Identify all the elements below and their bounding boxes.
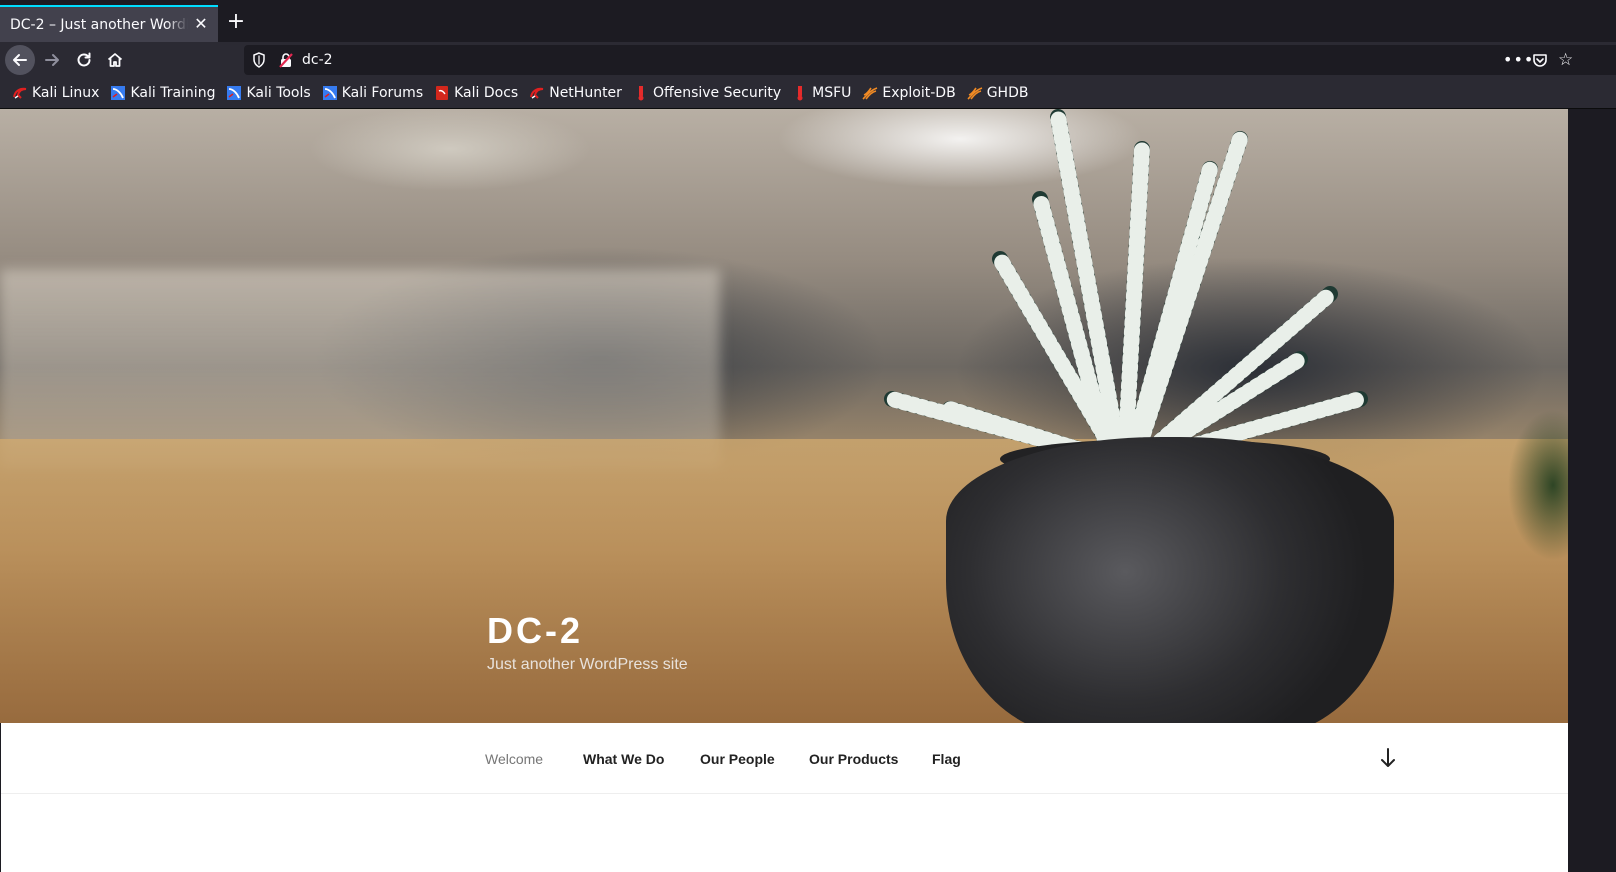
site-description: Just another WordPress site	[487, 656, 688, 673]
right-window-edge	[1568, 109, 1616, 872]
tab-close-icon[interactable]: ✕	[192, 15, 210, 33]
bookmark-kali-docs[interactable]: Kali Docs	[434, 85, 518, 101]
tracking-protection-shield-icon[interactable]	[252, 52, 266, 68]
kali-tools-icon	[226, 85, 242, 101]
reload-icon	[77, 52, 91, 67]
back-arrow-icon	[13, 54, 27, 66]
kali-training-icon	[110, 85, 126, 101]
bookmark-exploit-db[interactable]: Exploit-DB	[862, 85, 956, 101]
bookmark-label: GHDB	[986, 85, 1029, 101]
menu-item-our-products[interactable]: Our Products	[809, 749, 898, 769]
pocket-icon[interactable]	[1532, 52, 1548, 68]
kali-forums-icon	[322, 85, 338, 101]
back-button[interactable]	[5, 45, 35, 75]
bookmark-kali-linux[interactable]: Kali Linux	[12, 85, 99, 101]
bookmark-ghdb[interactable]: GHDB	[967, 85, 1029, 101]
home-button[interactable]	[100, 45, 130, 75]
tab-title: DC-2 – Just another WordPress site	[10, 16, 188, 33]
bookmark-label: Exploit-DB	[882, 85, 956, 101]
url-text[interactable]: dc-2	[302, 50, 333, 70]
ghdb-icon	[967, 85, 983, 101]
bookmark-offensive-security[interactable]: Offensive Security	[633, 85, 781, 101]
menu-item-welcome[interactable]: Welcome	[485, 749, 543, 769]
url-bar[interactable]: dc-2 ••• ☆	[244, 45, 1616, 75]
forward-arrow-icon	[45, 54, 59, 66]
new-tab-icon[interactable]: +	[224, 10, 248, 34]
bookmark-label: Offensive Security	[652, 85, 782, 101]
bookmark-label: Kali Linux	[32, 85, 100, 101]
bookmark-label: Kali Forums	[341, 85, 424, 101]
nethunter-icon	[529, 85, 545, 101]
page-actions-more-icon[interactable]: •••	[1503, 51, 1534, 69]
msfu-icon	[792, 85, 808, 101]
web-page: DC-2 Just another WordPress site Welcome…	[0, 109, 1568, 872]
succulent-plant-illustration	[884, 109, 1368, 467]
bookmark-msfu[interactable]: MSFU	[792, 85, 851, 101]
exploit-db-icon	[862, 85, 878, 101]
reload-button[interactable]	[69, 45, 99, 75]
top-navigation-menu: Welcome What We Do Our People Our Produc…	[0, 723, 1568, 794]
browser-tab-active[interactable]: DC-2 – Just another WordPress site ✕	[0, 5, 218, 42]
navigation-toolbar: dc-2 ••• ☆	[0, 42, 1616, 78]
tab-strip: DC-2 – Just another WordPress site ✕ +	[0, 0, 1616, 42]
forward-button[interactable]	[37, 45, 67, 75]
site-title[interactable]: DC-2	[487, 609, 583, 653]
bookmark-kali-training[interactable]: Kali Training	[110, 85, 215, 101]
menu-item-what-we-do[interactable]: What We Do	[583, 749, 664, 769]
bookmark-kali-forums[interactable]: Kali Forums	[322, 85, 423, 101]
scroll-down-arrow-icon[interactable]	[1380, 747, 1396, 769]
offsec-icon	[633, 85, 649, 101]
home-icon	[107, 53, 123, 67]
page-edge	[0, 723, 1, 872]
plant-pot	[946, 437, 1394, 723]
background-plant	[1505, 329, 1568, 589]
bookmark-nethunter[interactable]: NetHunter	[529, 85, 622, 101]
bookmarks-toolbar: Kali Linux Kali Training Kali Tools Kali…	[0, 78, 1616, 109]
insecure-connection-icon[interactable]	[278, 52, 294, 68]
header-hero-image: DC-2 Just another WordPress site	[0, 109, 1568, 723]
bookmark-label: Kali Tools	[246, 85, 311, 101]
bookmark-label: NetHunter	[549, 85, 622, 101]
menu-item-our-people[interactable]: Our People	[700, 749, 775, 769]
bookmark-label: Kali Docs	[454, 85, 519, 101]
bookmark-label: MSFU	[812, 85, 852, 101]
kali-docs-icon	[434, 85, 450, 101]
kali-dragon-icon	[12, 85, 28, 101]
bookmark-star-icon[interactable]: ☆	[1558, 50, 1573, 70]
bookmark-label: Kali Training	[130, 85, 216, 101]
bookmark-kali-tools[interactable]: Kali Tools	[226, 85, 311, 101]
menu-item-flag[interactable]: Flag	[932, 749, 961, 769]
